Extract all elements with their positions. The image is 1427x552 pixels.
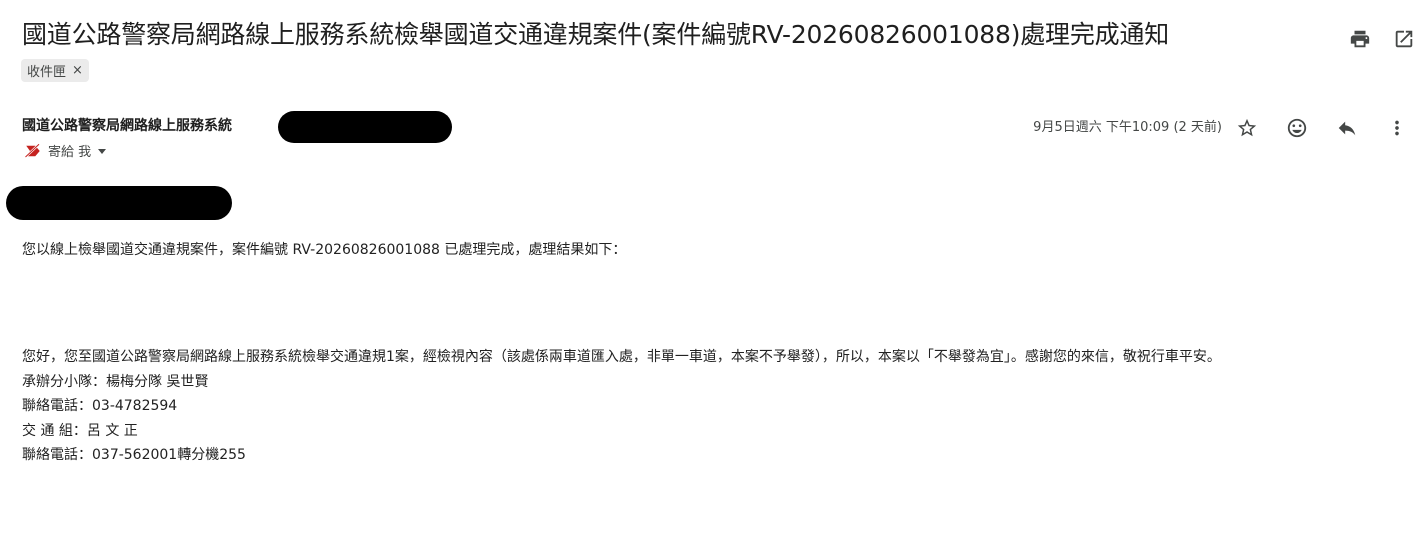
body-intro: 您以線上檢舉國道交通違規案件，案件編號 RV-20260826001088 已處… <box>22 242 627 258</box>
body-officer-line: 承辦分小隊：楊梅分隊 吳世賢 <box>22 373 209 390</box>
email-subject: 國道公路警察局網路線上服務系統檢舉國道交通違規案件(案件編號RV-2026082… <box>22 20 1170 49</box>
redacted-recipient-block <box>6 186 232 220</box>
message-header: 國道公路警察局網路線上服務系統 9月5日週六 下午10:09 (2 天前) <box>22 111 1412 143</box>
recipient-text: 寄給 我 <box>48 145 92 160</box>
body-traffic-phone: 聯絡電話：037-562001轉分機255 <box>22 447 246 463</box>
more-vert-icon[interactable] <box>1382 113 1412 143</box>
important-marker-icon[interactable] <box>24 142 42 160</box>
recipient-row: 寄給 我 <box>24 141 107 160</box>
emoji-reaction-icon[interactable] <box>1282 113 1312 143</box>
redacted-sender-address <box>278 111 452 143</box>
body-main-paragraph: 您好，您至國道公路警察局網路線上服務系統檢舉交通違規1案，經檢視內容（該處係兩車… <box>22 349 1221 365</box>
message-date: 9月5日週六 下午10:09 (2 天前) <box>1033 120 1222 135</box>
print-icon[interactable] <box>1345 24 1375 54</box>
star-icon[interactable] <box>1232 113 1262 143</box>
message-actions <box>1232 113 1412 143</box>
reply-icon[interactable] <box>1332 113 1362 143</box>
body-traffic-line: 交 通 組：呂 文 正 <box>22 422 138 439</box>
sender-name[interactable]: 國道公路警察局網路線上服務系統 <box>22 115 232 135</box>
remove-label-button[interactable]: × <box>72 63 83 78</box>
message-body: 您好，您至國道公路警察局網路線上服務系統檢舉交通違規1案，經檢視內容（該處係兩車… <box>22 345 1407 468</box>
caret-down-icon[interactable] <box>97 146 107 156</box>
body-officer-phone: 聯絡電話：03-4782594 <box>22 398 178 414</box>
label-chip-text: 收件匣 <box>27 65 67 80</box>
thread-actions <box>1345 24 1419 54</box>
open-in-new-window-icon[interactable] <box>1389 24 1419 54</box>
inbox-label-chip[interactable]: 收件匣 × <box>21 59 89 82</box>
